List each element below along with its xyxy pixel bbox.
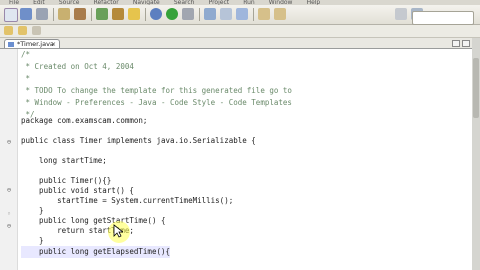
open-type-icon[interactable]: [112, 8, 124, 20]
code-line-5: * Window - Preferences - Java - Code Sty…: [21, 98, 292, 107]
last-edit-icon[interactable]: [32, 26, 41, 35]
code-line-current: public long getElapsedTime(){: [21, 246, 171, 258]
package-icon[interactable]: [74, 8, 86, 20]
code-line-11: long startTime;: [21, 156, 107, 165]
code-editor[interactable]: ⊖ ⊖ ◦ ⊖ /* * Created on Oct 4, 2004 * * …: [0, 49, 472, 270]
maximize-editor-icon[interactable]: [462, 40, 470, 47]
new-class-icon[interactable]: [96, 8, 108, 20]
code-line-1: /*: [21, 50, 31, 59]
next-annotation-icon[interactable]: [236, 8, 248, 20]
main-toolbar: [0, 5, 480, 25]
perspective-resource-icon[interactable]: [395, 8, 407, 20]
fold-getstarttime-icon[interactable]: ⊖: [5, 222, 13, 230]
fold-class-icon[interactable]: ⊖: [5, 138, 13, 146]
code-line-9: public class Timer implements java.io.Se…: [21, 136, 256, 145]
secondary-toolbar: [0, 25, 480, 38]
fold-start-icon[interactable]: ⊖: [5, 186, 13, 194]
external-tools-icon[interactable]: [182, 8, 194, 20]
tab-label: *Timer.java: [17, 40, 54, 48]
run-icon[interactable]: [166, 8, 178, 20]
editor-gutter: [0, 49, 18, 270]
perspective-switcher[interactable]: [412, 11, 474, 25]
editor-tab-strip: *Timer.java ×: [0, 38, 472, 49]
scrollbar-thumb[interactable]: [473, 58, 479, 118]
change-marker-icon: ◦: [6, 210, 12, 218]
tab-timer-java[interactable]: *Timer.java ×: [4, 39, 60, 48]
open-perspective-icon[interactable]: [204, 8, 216, 20]
new-icon[interactable]: [4, 8, 18, 22]
debug-icon[interactable]: [150, 8, 162, 20]
java-file-icon: [8, 42, 14, 47]
minimize-editor-icon[interactable]: [452, 40, 460, 47]
code-line-4: * TODO To change the template for this g…: [21, 86, 292, 95]
back-icon[interactable]: [258, 8, 270, 20]
save-icon[interactable]: [20, 8, 32, 20]
close-icon[interactable]: ×: [51, 40, 56, 49]
code-line-15: startTime = System.currentTimeMillis();: [21, 196, 234, 205]
history-back-icon[interactable]: [4, 26, 13, 35]
toggle-mark-icon[interactable]: [220, 8, 232, 20]
forward-icon[interactable]: [274, 8, 286, 20]
history-forward-icon[interactable]: [18, 26, 27, 35]
build-icon[interactable]: [58, 8, 70, 20]
mouse-pointer-icon: [113, 224, 123, 238]
print-icon[interactable]: [36, 8, 48, 20]
code-line-2: * Created on Oct 4, 2004: [21, 62, 134, 71]
vertical-scrollbar[interactable]: [472, 38, 480, 270]
search-icon[interactable]: [128, 8, 140, 20]
code-line-7: package com.examscam.common;: [21, 116, 148, 125]
code-line-3: *: [21, 74, 31, 83]
